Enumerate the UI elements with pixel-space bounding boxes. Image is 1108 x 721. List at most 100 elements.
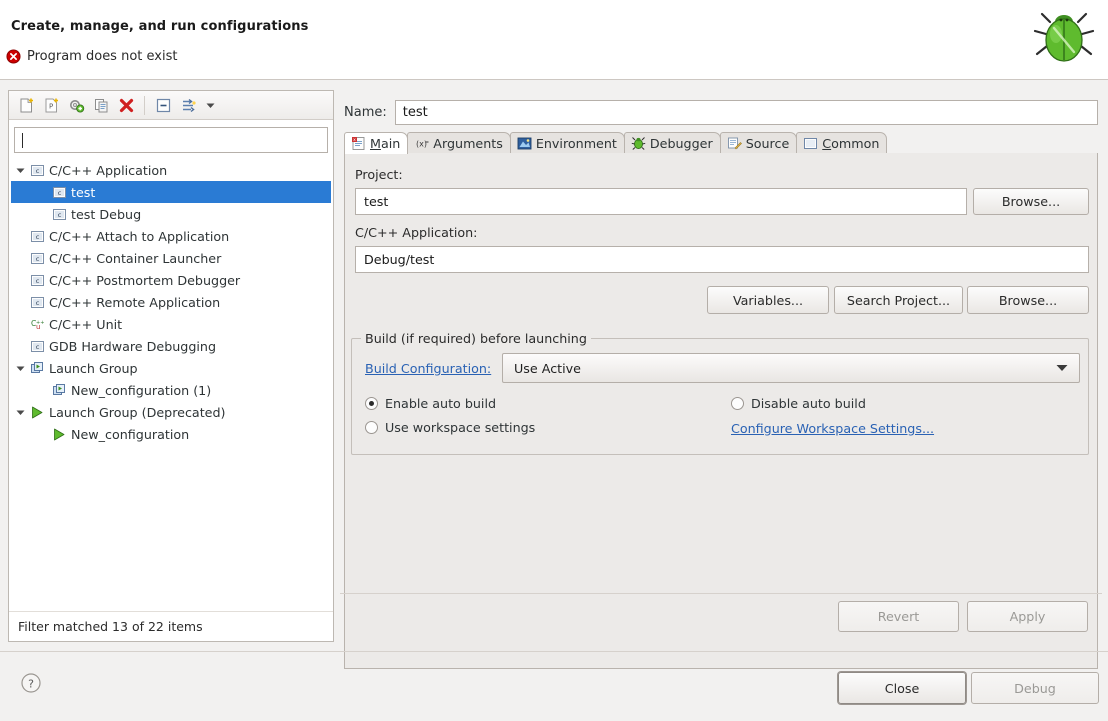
application-browse-button[interactable]: Browse... bbox=[967, 286, 1089, 314]
tree-item-label: New_configuration bbox=[71, 426, 190, 442]
tree-item-c-c-attach-to-application[interactable]: c C/C++ Attach to Application bbox=[11, 225, 331, 247]
name-row: Name: test bbox=[344, 99, 1098, 126]
configuration-tabs[interactable]: x Main (x) Arguments Environment Debugger Sour… bbox=[344, 132, 1098, 154]
svg-text:c: c bbox=[58, 189, 62, 197]
tab-label: Common bbox=[822, 135, 880, 151]
footer-divider bbox=[0, 651, 1108, 652]
tree-item-launch-group[interactable]: Launch Group bbox=[11, 357, 331, 379]
chevron-down-icon[interactable] bbox=[201, 93, 219, 117]
search-input[interactable] bbox=[14, 127, 328, 153]
new-config-icon[interactable] bbox=[14, 93, 39, 117]
enable-auto-build-radio[interactable]: Enable auto build bbox=[365, 396, 496, 411]
name-input[interactable]: test bbox=[394, 100, 1098, 125]
tree-item-gdb-hardware-debugging[interactable]: c GDB Hardware Debugging bbox=[11, 335, 331, 357]
delete-icon[interactable] bbox=[114, 93, 139, 117]
chevron-down-icon[interactable] bbox=[11, 408, 29, 417]
tab-label: Source bbox=[745, 135, 790, 151]
text-caret bbox=[22, 133, 23, 148]
enable-auto-build-label: Enable auto build bbox=[385, 396, 497, 411]
tree-item-c-c-application[interactable]: c C/C++ Application bbox=[11, 159, 331, 181]
use-workspace-settings-label: Use workspace settings bbox=[385, 420, 536, 435]
tree-item-c-c-remote-application[interactable]: c C/C++ Remote Application bbox=[11, 291, 331, 313]
help-button[interactable]: ? bbox=[20, 672, 42, 694]
c-app-icon: c bbox=[29, 339, 46, 354]
main-tab-panel: Project: test Browse... C/C++ Applicatio… bbox=[344, 153, 1098, 669]
revert-button[interactable]: Revert bbox=[838, 601, 959, 632]
tab-debugger[interactable]: Debugger bbox=[623, 132, 721, 153]
link-prototype-icon[interactable] bbox=[64, 93, 89, 117]
status-message-text: Program does not exist bbox=[27, 49, 178, 64]
build-group-title: Build (if required) before launching bbox=[361, 331, 591, 346]
tab-common[interactable]: Common bbox=[796, 132, 888, 153]
tree-item-label: C/C++ Unit bbox=[49, 316, 123, 332]
project-input[interactable]: test bbox=[355, 188, 967, 215]
tab-main[interactable]: x Main bbox=[344, 132, 409, 154]
chevron-down-icon[interactable] bbox=[11, 166, 29, 175]
tree-item-new-configuration-1[interactable]: New_configuration (1) bbox=[11, 379, 331, 401]
tree-item-label: Launch Group (Deprecated) bbox=[49, 404, 226, 420]
svg-text:c: c bbox=[36, 277, 40, 285]
chevron-down-icon[interactable] bbox=[11, 364, 29, 373]
chevron-down-icon bbox=[1056, 365, 1068, 371]
build-configuration-link[interactable]: Build Configuration: bbox=[365, 361, 491, 376]
tree-item-label: C/C++ Attach to Application bbox=[49, 228, 230, 244]
svg-text:?: ? bbox=[28, 677, 34, 690]
toolbar-separator bbox=[144, 95, 145, 115]
tab-environment[interactable]: Environment bbox=[509, 132, 625, 153]
filter-icon[interactable] bbox=[176, 93, 201, 117]
svg-text:u: u bbox=[36, 323, 40, 331]
filter-status: Filter matched 13 of 22 items bbox=[9, 611, 333, 641]
search-project-button[interactable]: Search Project... bbox=[834, 286, 963, 314]
tree-item-c-c-unit[interactable]: C ++ u C/C++ Unit bbox=[11, 313, 331, 335]
c-app-icon: c bbox=[29, 273, 46, 288]
editor-divider bbox=[340, 593, 1102, 594]
duplicate-icon[interactable] bbox=[89, 93, 114, 117]
configurations-panel: P c C/C++ Application c test c test Debu… bbox=[8, 90, 334, 642]
svg-text:c: c bbox=[36, 299, 40, 307]
debugger-tab-icon bbox=[631, 136, 646, 151]
tab-arguments[interactable]: (x) Arguments bbox=[407, 132, 511, 153]
status-message: Program does not exist bbox=[6, 49, 177, 64]
tree-item-label: GDB Hardware Debugging bbox=[49, 338, 217, 354]
svg-text:c: c bbox=[58, 211, 62, 219]
tree-item-label: C/C++ Postmortem Debugger bbox=[49, 272, 241, 288]
svg-text:c: c bbox=[36, 343, 40, 351]
launch-group-icon bbox=[29, 361, 46, 376]
project-browse-button[interactable]: Browse... bbox=[973, 188, 1089, 215]
new-prototype-icon[interactable]: P bbox=[39, 93, 64, 117]
c-app-icon: c bbox=[51, 185, 68, 200]
svg-text:c: c bbox=[36, 233, 40, 241]
collapse-all-icon[interactable] bbox=[151, 93, 176, 117]
tree-item-new-configuration[interactable]: New_configuration bbox=[11, 423, 331, 445]
tree-item-label: C/C++ Remote Application bbox=[49, 294, 221, 310]
c-app-icon: c bbox=[29, 229, 46, 244]
name-label: Name: bbox=[344, 105, 387, 120]
close-button[interactable]: Close bbox=[838, 672, 966, 704]
configurations-tree[interactable]: c C/C++ Application c test c test Debug c C/C++… bbox=[11, 159, 331, 629]
tab-source[interactable]: Source bbox=[719, 132, 798, 153]
configure-workspace-settings-link[interactable]: Configure Workspace Settings... bbox=[731, 421, 934, 436]
application-input[interactable]: Debug/test bbox=[355, 246, 1089, 273]
tree-item-test[interactable]: c test bbox=[11, 181, 331, 203]
variables-button[interactable]: Variables... bbox=[707, 286, 829, 314]
build-configuration-combo[interactable]: Use Active bbox=[502, 353, 1080, 383]
tree-item-label: test bbox=[71, 184, 96, 200]
tree-item-launch-group-deprecated[interactable]: Launch Group (Deprecated) bbox=[11, 401, 331, 423]
svg-text:c: c bbox=[36, 167, 40, 175]
tree-item-c-c-postmortem-debugger[interactable]: c C/C++ Postmortem Debugger bbox=[11, 269, 331, 291]
radio-indicator-off bbox=[365, 421, 378, 434]
c-app-icon: c bbox=[29, 251, 46, 266]
tree-item-c-c-container-launcher[interactable]: c C/C++ Container Launcher bbox=[11, 247, 331, 269]
configurations-toolbar: P bbox=[9, 91, 333, 120]
tree-item-label: Launch Group bbox=[49, 360, 138, 376]
error-circle-icon bbox=[6, 49, 21, 64]
green-bug-icon bbox=[1028, 4, 1100, 70]
apply-button[interactable]: Apply bbox=[967, 601, 1088, 632]
disable-auto-build-radio[interactable]: Disable auto build bbox=[731, 396, 866, 411]
tree-item-label: C/C++ Container Launcher bbox=[49, 250, 222, 266]
tree-item-test-debug[interactable]: c test Debug bbox=[11, 203, 331, 225]
use-workspace-settings-radio[interactable]: Use workspace settings bbox=[365, 420, 535, 435]
source-tab-icon bbox=[727, 136, 742, 151]
tree-item-label: C/C++ Application bbox=[49, 162, 168, 178]
debug-button[interactable]: Debug bbox=[971, 672, 1099, 704]
